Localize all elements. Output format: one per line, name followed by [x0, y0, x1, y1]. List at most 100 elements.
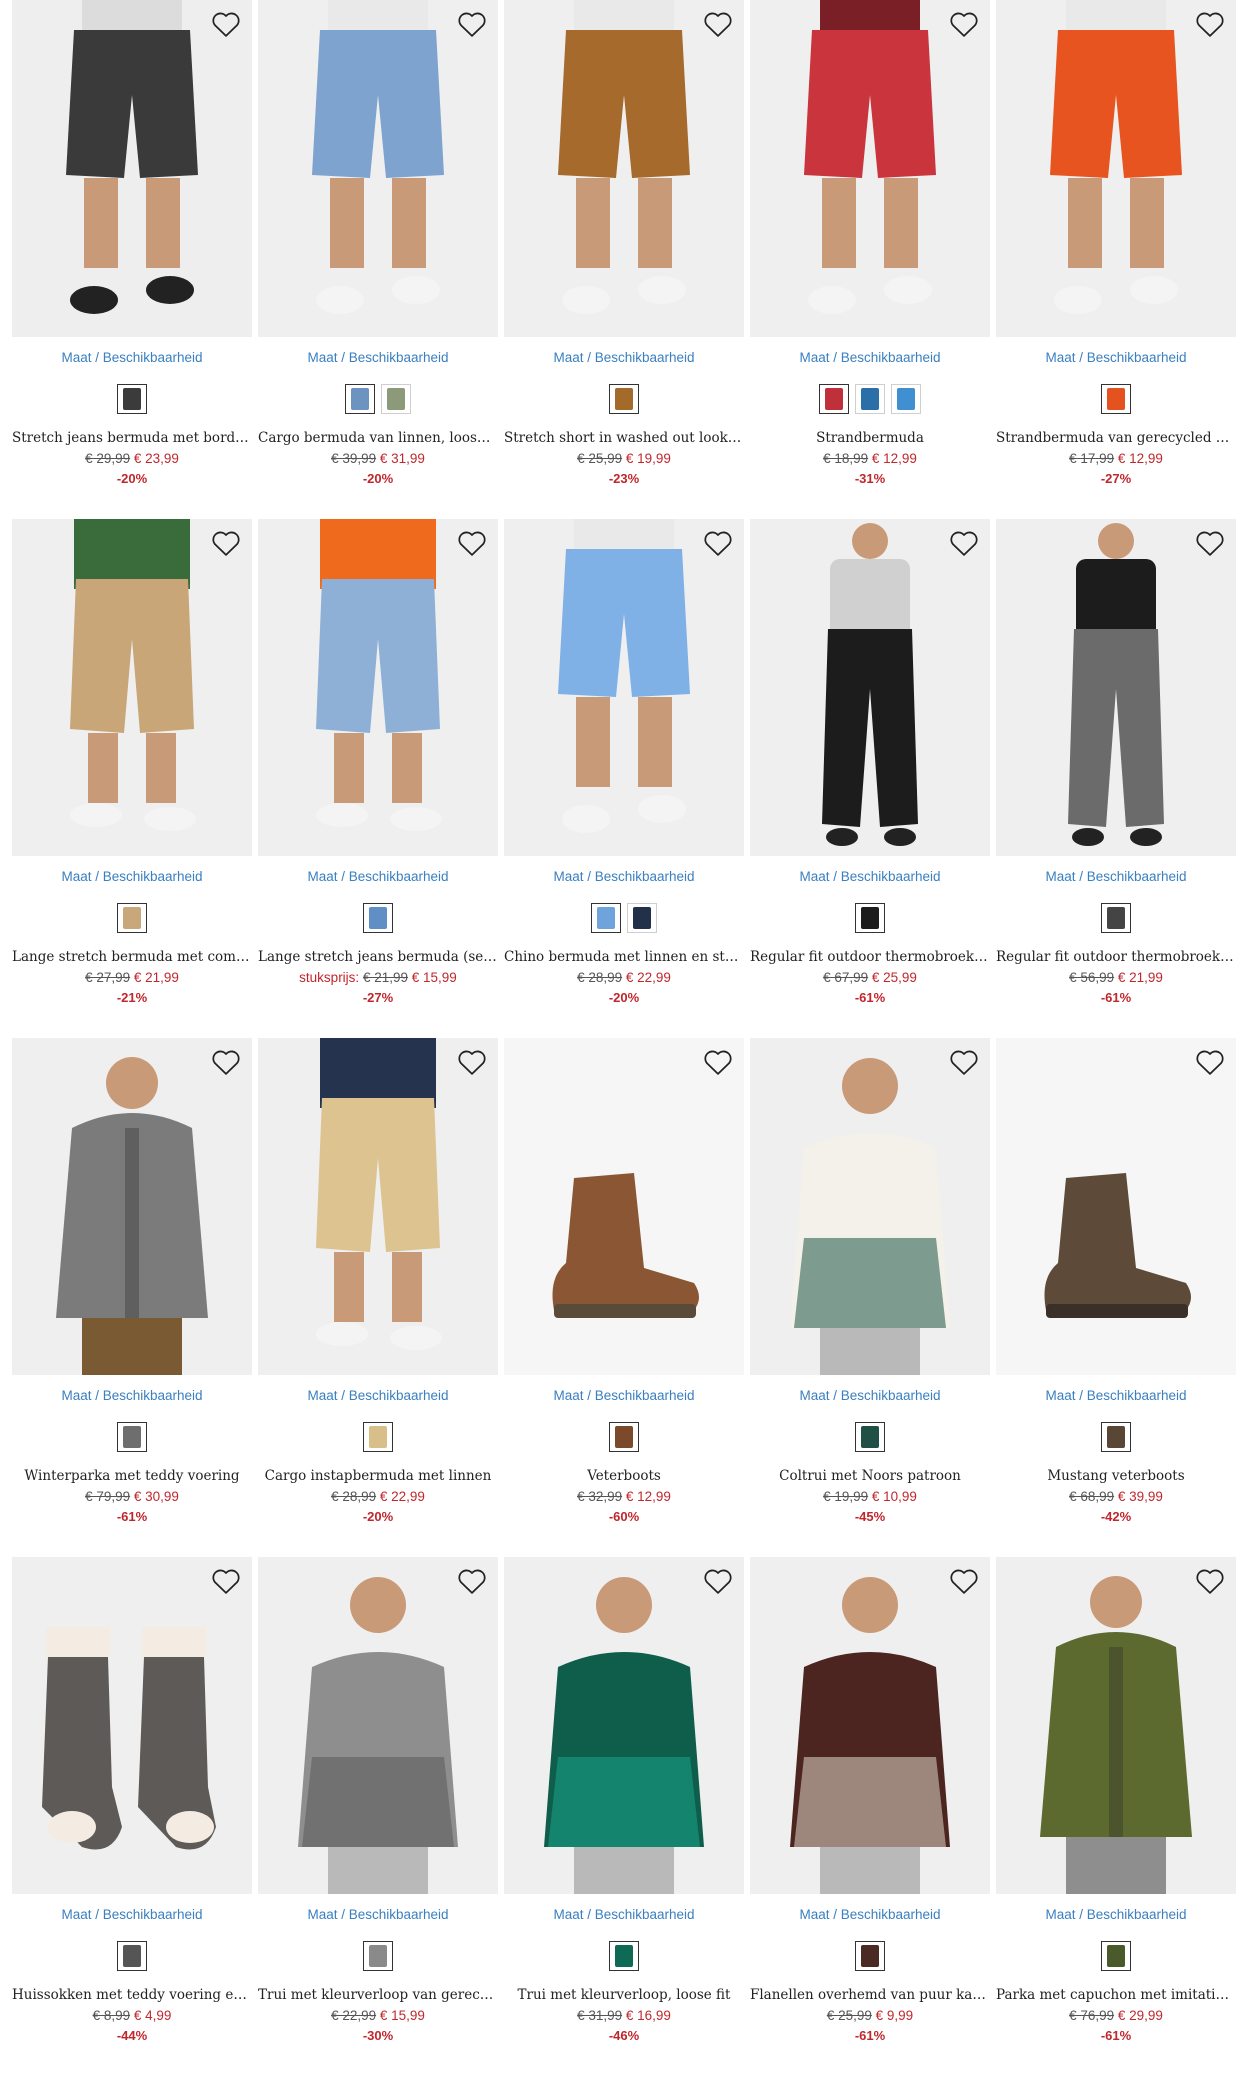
size-availability-link[interactable]: Maat / Beschikbaarheid — [504, 869, 744, 887]
product-title[interactable]: Regular fit outdoor thermobroek … — [996, 949, 1236, 967]
size-availability-link[interactable]: Maat / Beschikbaarheid — [750, 1907, 990, 1925]
color-swatch[interactable] — [627, 903, 657, 933]
product-card[interactable]: Maat / Beschikbaarheid Winterparka met t… — [12, 1038, 252, 1524]
color-swatch[interactable] — [891, 384, 921, 414]
product-title[interactable]: Huissokken met teddy voering en s… — [12, 1987, 252, 2005]
product-image-container[interactable] — [12, 1557, 252, 1894]
product-card[interactable]: Maat / Beschikbaarheid Chino bermuda met… — [504, 519, 744, 1005]
product-image-container[interactable] — [258, 0, 498, 337]
product-card[interactable]: Maat / Beschikbaarheid Mustang veterboot… — [996, 1038, 1236, 1524]
product-image-container[interactable] — [258, 519, 498, 856]
wishlist-heart-icon[interactable] — [1194, 1565, 1226, 1597]
wishlist-heart-icon[interactable] — [1194, 8, 1226, 40]
product-title[interactable]: Regular fit outdoor thermobroek … — [750, 949, 990, 967]
size-availability-link[interactable]: Maat / Beschikbaarheid — [750, 1388, 990, 1406]
color-swatch[interactable] — [855, 1422, 885, 1452]
product-title[interactable]: Strandbermuda van gerecycled pol… — [996, 430, 1236, 448]
product-title[interactable]: Winterparka met teddy voering — [12, 1468, 252, 1486]
wishlist-heart-icon[interactable] — [948, 8, 980, 40]
product-title[interactable]: Stretch short in washed out look, r… — [504, 430, 744, 448]
product-card[interactable]: Maat / Beschikbaarheid Cargo instapbermu… — [258, 1038, 498, 1524]
product-card[interactable]: Maat / Beschikbaarheid Cargo bermuda van… — [258, 0, 498, 486]
wishlist-heart-icon[interactable] — [948, 1565, 980, 1597]
product-title[interactable]: Cargo instapbermuda met linnen — [258, 1468, 498, 1486]
product-title[interactable]: Cargo bermuda van linnen, loose fit — [258, 430, 498, 448]
wishlist-heart-icon[interactable] — [210, 1565, 242, 1597]
size-availability-link[interactable]: Maat / Beschikbaarheid — [504, 350, 744, 368]
product-title[interactable]: Stretch jeans bermuda met borduu… — [12, 430, 252, 448]
product-card[interactable]: Maat / Beschikbaarheid Flanellen overhem… — [750, 1557, 990, 2043]
product-image-container[interactable] — [750, 0, 990, 337]
size-availability-link[interactable]: Maat / Beschikbaarheid — [504, 1388, 744, 1406]
product-image-container[interactable] — [504, 0, 744, 337]
product-card[interactable]: Maat / Beschikbaarheid Stretch jeans ber… — [12, 0, 252, 486]
wishlist-heart-icon[interactable] — [702, 527, 734, 559]
size-availability-link[interactable]: Maat / Beschikbaarheid — [258, 350, 498, 368]
color-swatch[interactable] — [1101, 384, 1131, 414]
size-availability-link[interactable]: Maat / Beschikbaarheid — [996, 350, 1236, 368]
color-swatch[interactable] — [591, 903, 621, 933]
size-availability-link[interactable]: Maat / Beschikbaarheid — [750, 350, 990, 368]
size-availability-link[interactable]: Maat / Beschikbaarheid — [750, 869, 990, 887]
product-image-container[interactable] — [996, 1557, 1236, 1894]
product-card[interactable]: Maat / Beschikbaarheid Veterboots € 32,9… — [504, 1038, 744, 1524]
product-image-container[interactable] — [750, 519, 990, 856]
color-swatch[interactable] — [1101, 1422, 1131, 1452]
color-swatch[interactable] — [117, 1422, 147, 1452]
color-swatch[interactable] — [117, 384, 147, 414]
product-title[interactable]: Coltrui met Noors patroon — [750, 1468, 990, 1486]
product-title[interactable]: Trui met kleurverloop, loose fit — [504, 1987, 744, 2005]
product-card[interactable]: Maat / Beschikbaarheid Trui met kleurver… — [258, 1557, 498, 2043]
color-swatch[interactable] — [855, 1941, 885, 1971]
product-card[interactable]: Maat / Beschikbaarheid Huissokken met te… — [12, 1557, 252, 2043]
wishlist-heart-icon[interactable] — [210, 8, 242, 40]
product-card[interactable]: Maat / Beschikbaarheid Lange stretch jea… — [258, 519, 498, 1005]
product-image-container[interactable] — [504, 1038, 744, 1375]
wishlist-heart-icon[interactable] — [702, 8, 734, 40]
size-availability-link[interactable]: Maat / Beschikbaarheid — [12, 1388, 252, 1406]
product-card[interactable]: Maat / Beschikbaarheid Trui met kleurver… — [504, 1557, 744, 2043]
product-image-container[interactable] — [996, 0, 1236, 337]
color-swatch[interactable] — [381, 384, 411, 414]
wishlist-heart-icon[interactable] — [456, 1565, 488, 1597]
product-card[interactable]: Maat / Beschikbaarheid Lange stretch ber… — [12, 519, 252, 1005]
color-swatch[interactable] — [819, 384, 849, 414]
wishlist-heart-icon[interactable] — [456, 527, 488, 559]
product-image-container[interactable] — [996, 519, 1236, 856]
product-image-container[interactable] — [12, 519, 252, 856]
product-title[interactable]: Chino bermuda met linnen en strik… — [504, 949, 744, 967]
product-title[interactable]: Lange stretch bermuda met comfor… — [12, 949, 252, 967]
size-availability-link[interactable]: Maat / Beschikbaarheid — [258, 869, 498, 887]
wishlist-heart-icon[interactable] — [210, 1046, 242, 1078]
product-title[interactable]: Parka met capuchon met imitatieb… — [996, 1987, 1236, 2005]
product-card[interactable]: Maat / Beschikbaarheid Regular fit outdo… — [996, 519, 1236, 1005]
color-swatch[interactable] — [363, 903, 393, 933]
product-title[interactable]: Strandbermuda — [750, 430, 990, 448]
color-swatch[interactable] — [117, 903, 147, 933]
wishlist-heart-icon[interactable] — [456, 1046, 488, 1078]
size-availability-link[interactable]: Maat / Beschikbaarheid — [12, 869, 252, 887]
size-availability-link[interactable]: Maat / Beschikbaarheid — [258, 1388, 498, 1406]
wishlist-heart-icon[interactable] — [948, 1046, 980, 1078]
color-swatch[interactable] — [1101, 903, 1131, 933]
size-availability-link[interactable]: Maat / Beschikbaarheid — [12, 350, 252, 368]
product-image-container[interactable] — [258, 1038, 498, 1375]
wishlist-heart-icon[interactable] — [1194, 527, 1226, 559]
color-swatch[interactable] — [609, 1422, 639, 1452]
product-title[interactable]: Lange stretch jeans bermuda (set v… — [258, 949, 498, 967]
size-availability-link[interactable]: Maat / Beschikbaarheid — [996, 869, 1236, 887]
product-card[interactable]: Maat / Beschikbaarheid Regular fit outdo… — [750, 519, 990, 1005]
product-title[interactable]: Veterboots — [504, 1468, 744, 1486]
wishlist-heart-icon[interactable] — [702, 1046, 734, 1078]
product-title[interactable]: Mustang veterboots — [996, 1468, 1236, 1486]
color-swatch[interactable] — [855, 903, 885, 933]
color-swatch[interactable] — [363, 1941, 393, 1971]
product-image-container[interactable] — [258, 1557, 498, 1894]
wishlist-heart-icon[interactable] — [456, 8, 488, 40]
product-image-container[interactable] — [12, 1038, 252, 1375]
product-image-container[interactable] — [996, 1038, 1236, 1375]
product-title[interactable]: Trui met kleurverloop van gerecycl… — [258, 1987, 498, 2005]
color-swatch[interactable] — [363, 1422, 393, 1452]
color-swatch[interactable] — [609, 1941, 639, 1971]
size-availability-link[interactable]: Maat / Beschikbaarheid — [996, 1907, 1236, 1925]
